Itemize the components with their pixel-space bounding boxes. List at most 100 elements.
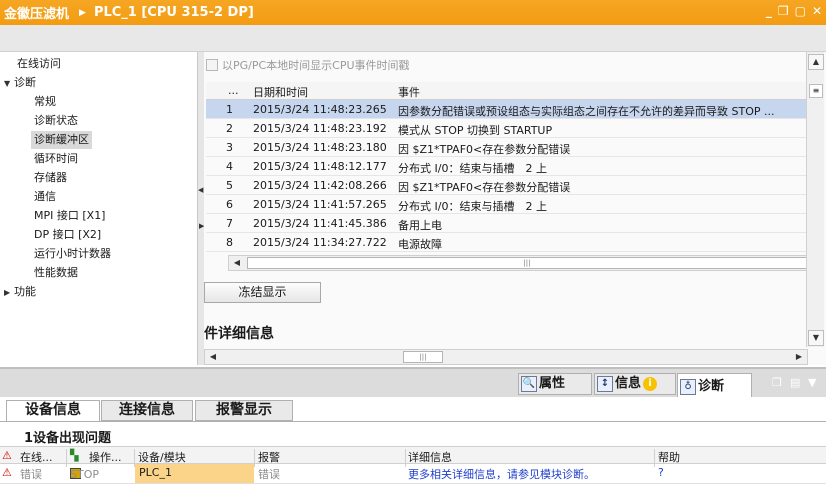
nav-diagnostic-buffer[interactable]: 诊断缓冲区 bbox=[31, 131, 92, 149]
restore-button[interactable]: ❐ bbox=[778, 4, 789, 18]
col-number-header[interactable]: ... bbox=[228, 84, 239, 97]
col-help-header[interactable]: 帮助 bbox=[658, 449, 680, 465]
nav-dp-interface[interactable]: DP 接口 [X2] bbox=[34, 226, 101, 244]
event-number: 4 bbox=[226, 160, 233, 173]
col-online-header[interactable]: 在线... bbox=[20, 449, 53, 465]
expand-right-icon[interactable]: ▶ bbox=[4, 284, 14, 302]
col-device-header[interactable]: 设备/模块 bbox=[138, 449, 186, 465]
nav-memory[interactable]: 存储器 bbox=[34, 169, 67, 187]
pin-window-icon[interactable]: ▤ bbox=[790, 376, 800, 389]
event-number: 7 bbox=[226, 217, 233, 230]
main-hscrollbar[interactable]: ◀ ||| ▶ bbox=[204, 349, 808, 365]
col-mode-header[interactable]: 操作... bbox=[89, 449, 122, 465]
nav-mpi-interface[interactable]: MPI 接口 [X1] bbox=[34, 207, 105, 225]
scroll-left-icon[interactable]: ◀ bbox=[205, 350, 221, 364]
maximize-button[interactable]: ▢ bbox=[795, 4, 806, 18]
device-table-header: ⚠ 在线... ▚ 操作... 设备/模块 报警 详细信息 帮助 bbox=[0, 446, 826, 467]
col-time-header[interactable]: 日期和时间 bbox=[253, 84, 308, 100]
info-tab-icon: ↕ bbox=[597, 376, 613, 392]
tab-info-label: 信息 bbox=[615, 376, 642, 391]
tab-diagnostics-label: 诊断 bbox=[698, 378, 725, 394]
nav-cycle-time[interactable]: 循环时间 bbox=[34, 150, 78, 168]
tab-properties-label: 属性 bbox=[539, 376, 566, 391]
tab-connection-info[interactable]: 连接信息 bbox=[101, 400, 193, 421]
help-link[interactable]: ? bbox=[658, 466, 664, 479]
grid-hscrollbar[interactable]: ◀ ||| bbox=[228, 255, 808, 271]
minimize-button[interactable]: _ bbox=[766, 4, 772, 18]
tab-properties[interactable]: 🔍 属性 bbox=[518, 373, 592, 395]
event-time: 2015/3/24 11:41:45.386 bbox=[253, 217, 387, 230]
tab-diagnostics[interactable]: ♁ 诊断 bbox=[677, 373, 752, 399]
scroll-up-icon[interactable]: ▲ bbox=[808, 54, 824, 70]
nav-general[interactable]: 常规 bbox=[34, 93, 56, 111]
event-text: 分布式 I/0：结束与插槽 2 上 bbox=[398, 200, 547, 213]
properties-icon: 🔍 bbox=[521, 376, 537, 392]
nav-online-access[interactable]: 在线访问 bbox=[17, 55, 61, 73]
local-time-checkbox[interactable] bbox=[206, 59, 218, 71]
online-status-value: 错误 bbox=[20, 468, 42, 481]
event-time: 2015/3/24 11:48:23.265 bbox=[253, 103, 387, 116]
grid-header: ... 日期和时间 事件 bbox=[206, 82, 810, 100]
module-diagnostics-link[interactable]: 更多相关详细信息，请参见模块诊断。 bbox=[408, 466, 595, 482]
event-time: 2015/3/24 11:48:12.177 bbox=[253, 160, 387, 173]
device-table-row[interactable]: ⚠ 错误 STOP PLC_1 错误 更多相关详细信息，请参见模块诊断。 ? bbox=[0, 464, 826, 484]
event-row[interactable]: 4 2015/3/24 11:48:12.177 分布式 I/0：结束与插槽 2… bbox=[206, 157, 810, 176]
event-row[interactable]: 5 2015/3/24 11:42:08.266 因 $Z1*TPAF0<存在参… bbox=[206, 176, 810, 195]
tab-alarm-display[interactable]: 报警显示 bbox=[195, 400, 293, 421]
scroll-down-icon[interactable]: ▼ bbox=[808, 330, 824, 346]
event-row[interactable]: 3 2015/3/24 11:48:23.180 因 $Z1*TPAF0<存在参… bbox=[206, 138, 810, 157]
nav-diagnostics[interactable]: ▼ 诊断 bbox=[4, 74, 36, 92]
device-name-cell[interactable]: PLC_1 bbox=[135, 464, 254, 483]
nav-hour-counter[interactable]: 运行小时计数器 bbox=[34, 245, 111, 263]
mode-label: STOP bbox=[70, 468, 99, 481]
local-time-option: 以PG/PC本地时间显示CPU事件时间戳 bbox=[206, 58, 410, 72]
event-row[interactable]: 6 2015/3/24 11:41:57.265 分布式 I/0：结束与插槽 2… bbox=[206, 195, 810, 214]
freeze-display-button[interactable]: 冻结显示 bbox=[204, 282, 321, 303]
event-text: 分布式 I/0：结束与插槽 2 上 bbox=[398, 162, 547, 175]
event-row[interactable]: 2 2015/3/24 11:48:23.192 模式从 STOP 切换到 ST… bbox=[206, 119, 810, 138]
nav-diagnostic-status[interactable]: 诊断状态 bbox=[34, 112, 78, 130]
tab-device-info[interactable]: 设备信息 bbox=[6, 400, 100, 422]
nav-functions[interactable]: ▶ 功能 bbox=[4, 283, 36, 301]
tab-info[interactable]: ↕ 信息 i bbox=[594, 373, 676, 395]
main-vscrollbar[interactable]: ▲ ≡ ▼ bbox=[806, 52, 824, 347]
event-text: 备用上电 bbox=[398, 219, 442, 232]
event-number: 5 bbox=[226, 179, 233, 192]
diagnostics-icon: ♁ bbox=[680, 378, 696, 395]
local-time-label: 以PG/PC本地时间显示CPU事件时间戳 bbox=[222, 59, 410, 72]
event-row[interactable]: 7 2015/3/24 11:41:45.386 备用上电 bbox=[206, 214, 810, 233]
main-hscroll-thumb[interactable]: ||| bbox=[403, 351, 443, 363]
float-window-icon[interactable]: ❐ bbox=[772, 376, 782, 389]
grid-hscroll-thumb[interactable]: ||| bbox=[247, 257, 807, 269]
col-event-header[interactable]: 事件 bbox=[398, 84, 420, 100]
error-status-icon: ⚠ bbox=[2, 466, 12, 479]
event-text: 因 $Z1*TPAF0<存在参数分配错误 bbox=[398, 181, 571, 194]
window-controls: _ ❐ ▢ ✕ bbox=[766, 4, 822, 18]
scroll-right-icon[interactable]: ▶ bbox=[791, 350, 807, 364]
expand-down-icon[interactable]: ▼ bbox=[4, 75, 14, 93]
col-details-header[interactable]: 详细信息 bbox=[408, 449, 452, 465]
event-grid: ... 日期和时间 事件 1 2015/3/24 11:48:23.265 因参… bbox=[206, 82, 810, 252]
project-name: 金徽压滤机 bbox=[4, 7, 70, 22]
operating-mode-icon: ▚ bbox=[70, 449, 79, 462]
event-number: 6 bbox=[226, 198, 233, 211]
event-time: 2015/3/24 11:41:57.265 bbox=[253, 198, 387, 211]
diagnostic-buffer-pane: 以PG/PC本地时间显示CPU事件时间戳 ... 日期和时间 事件 1 2015… bbox=[204, 52, 826, 365]
toolbar-band bbox=[0, 25, 826, 52]
event-number: 3 bbox=[226, 141, 233, 154]
subtab-divider bbox=[0, 421, 826, 422]
collapse-left-icon[interactable]: ◀ bbox=[198, 186, 203, 194]
nav-performance-data[interactable]: 性能数据 bbox=[34, 264, 78, 282]
breadcrumb-arrow-icon: ▶ bbox=[79, 7, 86, 18]
scroll-left-icon[interactable]: ◀ bbox=[229, 256, 245, 270]
col-alarm-header[interactable]: 报警 bbox=[258, 449, 280, 465]
panel-menu-icon[interactable]: ▼ bbox=[808, 376, 816, 389]
event-time: 2015/3/24 11:34:27.722 bbox=[253, 236, 387, 249]
event-text: 模式从 STOP 切换到 STARTUP bbox=[398, 124, 553, 137]
event-text: 因 $Z1*TPAF0<存在参数分配错误 bbox=[398, 143, 571, 156]
event-row[interactable]: 8 2015/3/24 11:34:27.722 电源故障 bbox=[206, 233, 810, 252]
event-row[interactable]: 1 2015/3/24 11:48:23.265 因参数分配错误或预设组态与实际… bbox=[206, 100, 810, 119]
nav-communication[interactable]: 通信 bbox=[34, 188, 56, 206]
close-button[interactable]: ✕ bbox=[812, 4, 822, 18]
column-menu-icon[interactable]: ≡ bbox=[809, 84, 823, 98]
